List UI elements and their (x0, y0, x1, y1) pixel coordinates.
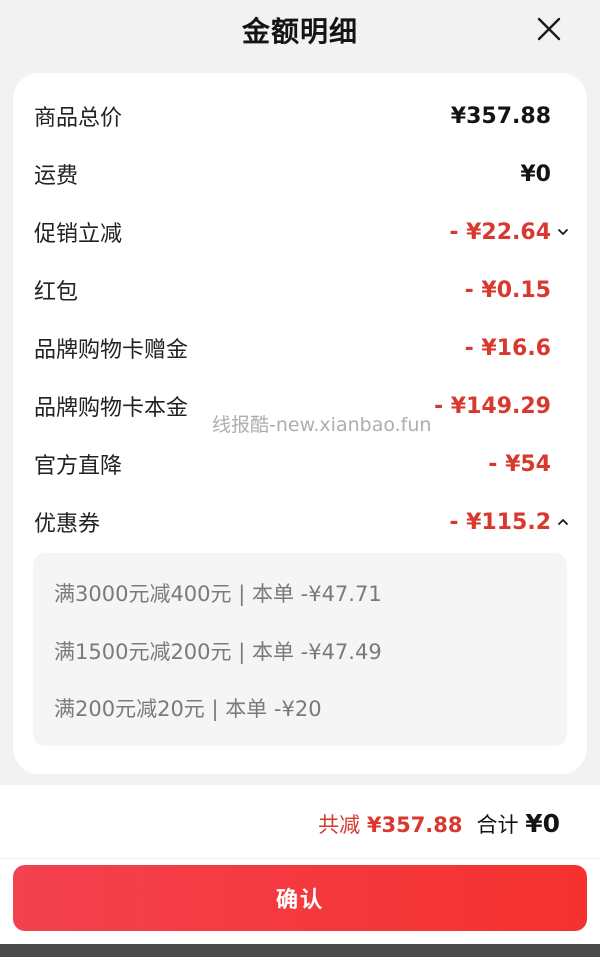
divider (0, 858, 600, 859)
row-promotion[interactable]: 促销立减 - ¥22.64 (34, 212, 569, 252)
close-button[interactable] (536, 16, 562, 42)
total-value: ¥0 (525, 809, 560, 838)
coupon-item: 满1500元减200元 | 本单 -¥47.49 (54, 640, 382, 664)
row-official-discount: 官方直降 - ¥54 (34, 444, 569, 484)
row-label: 红包 (34, 280, 79, 305)
coupon-detail-list: 满3000元减400元 | 本单 -¥47.71 满1500元减200元 | 本… (33, 553, 567, 746)
row-label: 商品总价 (34, 106, 123, 131)
coupon-item: 满200元减20元 | 本单 -¥20 (54, 697, 322, 721)
row-value: - ¥54 (488, 451, 551, 477)
row-value: - ¥16.6 (464, 335, 551, 361)
total-reduction: 共减 ¥357.88 (318, 809, 462, 839)
close-icon (537, 17, 561, 41)
row-label: 运费 (34, 164, 79, 189)
reduce-label: 共减 (318, 813, 361, 837)
page-title: 金额明细 (241, 15, 358, 48)
row-label: 优惠券 (34, 512, 101, 537)
chevron-up-icon[interactable] (557, 516, 569, 528)
row-value: - ¥22.64 (449, 220, 569, 245)
bottom-bar (0, 944, 600, 957)
row-label: 官方直降 (34, 454, 123, 479)
row-value: - ¥115.2 (449, 510, 569, 535)
row-label: 品牌购物卡本金 (34, 396, 189, 421)
row-coupon[interactable]: 优惠券 - ¥115.2 (34, 502, 569, 542)
chevron-down-icon[interactable] (557, 226, 569, 238)
reduce-value: ¥357.88 (366, 813, 463, 837)
row-shipping: 运费 ¥0 (34, 154, 569, 194)
row-label: 促销立减 (34, 222, 123, 247)
confirm-button[interactable]: 确认 (13, 865, 587, 931)
header: 金额明细 (0, 0, 600, 62)
row-value: - ¥149.29 (434, 393, 551, 419)
watermark: 线报酷-new.xianbao.fun (212, 414, 432, 436)
row-value: - ¥0.15 (464, 277, 551, 303)
row-value: ¥357.88 (450, 103, 551, 129)
total-amount: 合计 ¥0 (477, 809, 560, 839)
row-brand-card-bonus: 品牌购物卡赠金 - ¥16.6 (34, 328, 569, 368)
row-value: ¥0 (520, 161, 551, 187)
total-label: 合计 (476, 813, 519, 837)
row-goods-total: 商品总价 ¥357.88 (34, 96, 569, 136)
coupon-item: 满3000元减400元 | 本单 -¥47.71 (54, 582, 382, 606)
summary: 共减 ¥357.88 合计 ¥0 (318, 809, 560, 839)
row-label: 品牌购物卡赠金 (34, 338, 189, 363)
row-red-packet: 红包 - ¥0.15 (34, 270, 569, 310)
